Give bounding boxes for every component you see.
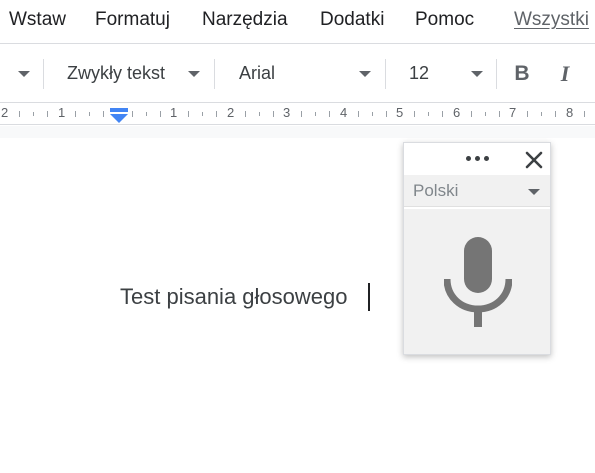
- bold-button[interactable]: B: [508, 60, 536, 88]
- ruler-tick: [358, 111, 359, 117]
- ruler-tick: [315, 112, 316, 116]
- zoom-dropdown-icon[interactable]: [18, 71, 30, 77]
- toolbar-divider: [43, 59, 44, 89]
- ruler-tick: [33, 112, 34, 116]
- italic-icon: I: [560, 61, 570, 86]
- ruler-tick: [132, 111, 133, 117]
- ruler-tick: [414, 111, 415, 117]
- ruler-number: 1: [170, 105, 178, 120]
- all-changes-link[interactable]: Wszystki: [514, 9, 589, 31]
- chevron-down-icon[interactable]: [188, 71, 200, 77]
- ruler-tick: [89, 112, 90, 116]
- indent-marker-icon[interactable]: [109, 108, 129, 124]
- ruler-tick: [499, 111, 500, 117]
- toolbar-divider: [385, 59, 386, 89]
- ruler-tick: [541, 112, 542, 116]
- ruler-tick: [216, 111, 217, 117]
- ruler-tick: [160, 111, 161, 117]
- ruler-number: 2: [227, 105, 235, 120]
- ruler-tick: [428, 112, 429, 116]
- bold-icon: B: [514, 62, 530, 85]
- ruler-tick: [75, 111, 76, 117]
- more-icon[interactable]: [466, 156, 489, 161]
- language-select[interactable]: Polski: [404, 175, 550, 207]
- paragraph-style-select[interactable]: Zwykły tekst: [67, 63, 165, 84]
- font-size-select[interactable]: 12: [409, 63, 429, 84]
- ruler-tick: [146, 112, 147, 116]
- ruler-tick: [372, 112, 373, 116]
- document-text[interactable]: Test pisania głosowego: [120, 284, 347, 310]
- menu-tools[interactable]: Narzędzia: [202, 9, 288, 31]
- voice-panel-header: [404, 143, 550, 175]
- microphone-button[interactable]: [404, 209, 550, 354]
- chevron-down-icon: [528, 189, 540, 195]
- ruler-tick: [245, 111, 246, 117]
- ruler-tick: [442, 111, 443, 117]
- menu-help[interactable]: Pomoc: [415, 9, 474, 31]
- menu-bar: Wstaw Formatuj Narzędzia Dodatki Pomoc W…: [0, 0, 595, 44]
- ruler-tick: [386, 111, 387, 117]
- chevron-down-icon[interactable]: [471, 71, 483, 77]
- toolbar: Zwykły tekst Arial 12 B I: [0, 45, 595, 103]
- menu-format[interactable]: Formatuj: [95, 9, 170, 31]
- chevron-down-icon[interactable]: [359, 71, 371, 77]
- ruler-tick: [103, 111, 104, 117]
- font-family-select[interactable]: Arial: [239, 63, 275, 84]
- ruler-tick: [47, 111, 48, 117]
- ruler-tick: [202, 112, 203, 116]
- ruler-number: 1: [58, 105, 66, 120]
- ruler-tick: [471, 111, 472, 117]
- voice-typing-panel: Polski: [403, 142, 551, 355]
- text-cursor: [368, 283, 370, 311]
- italic-button[interactable]: I: [551, 60, 579, 88]
- ruler-number: 2: [1, 105, 9, 120]
- ruler-tick: [527, 111, 528, 117]
- ruler-tick: [301, 111, 302, 117]
- ruler-number: 7: [509, 105, 517, 120]
- ruler-tick: [555, 111, 556, 117]
- menu-insert[interactable]: Wstaw: [9, 9, 66, 31]
- ruler-number: 5: [396, 105, 404, 120]
- ruler-number: 6: [453, 105, 461, 120]
- ruler[interactable]: 2 1 1 2 3 4 5 6 7 8: [0, 103, 595, 125]
- ruler-tick: [188, 111, 189, 117]
- ruler-number: 4: [340, 105, 348, 120]
- toolbar-divider: [214, 59, 215, 89]
- ruler-tick: [485, 112, 486, 116]
- ruler-number: 8: [566, 105, 574, 120]
- language-label: Polski: [413, 181, 459, 200]
- ruler-number: 3: [283, 105, 291, 120]
- microphone-icon: [444, 237, 512, 327]
- close-icon[interactable]: [523, 149, 545, 171]
- ruler-tick: [259, 112, 260, 116]
- ruler-tick: [584, 111, 585, 117]
- ruler-tick: [19, 111, 20, 117]
- ruler-tick: [329, 111, 330, 117]
- page-top-gap: [0, 126, 595, 138]
- ruler-tick: [273, 111, 274, 117]
- menu-addons[interactable]: Dodatki: [320, 9, 384, 31]
- toolbar-divider: [496, 59, 497, 89]
